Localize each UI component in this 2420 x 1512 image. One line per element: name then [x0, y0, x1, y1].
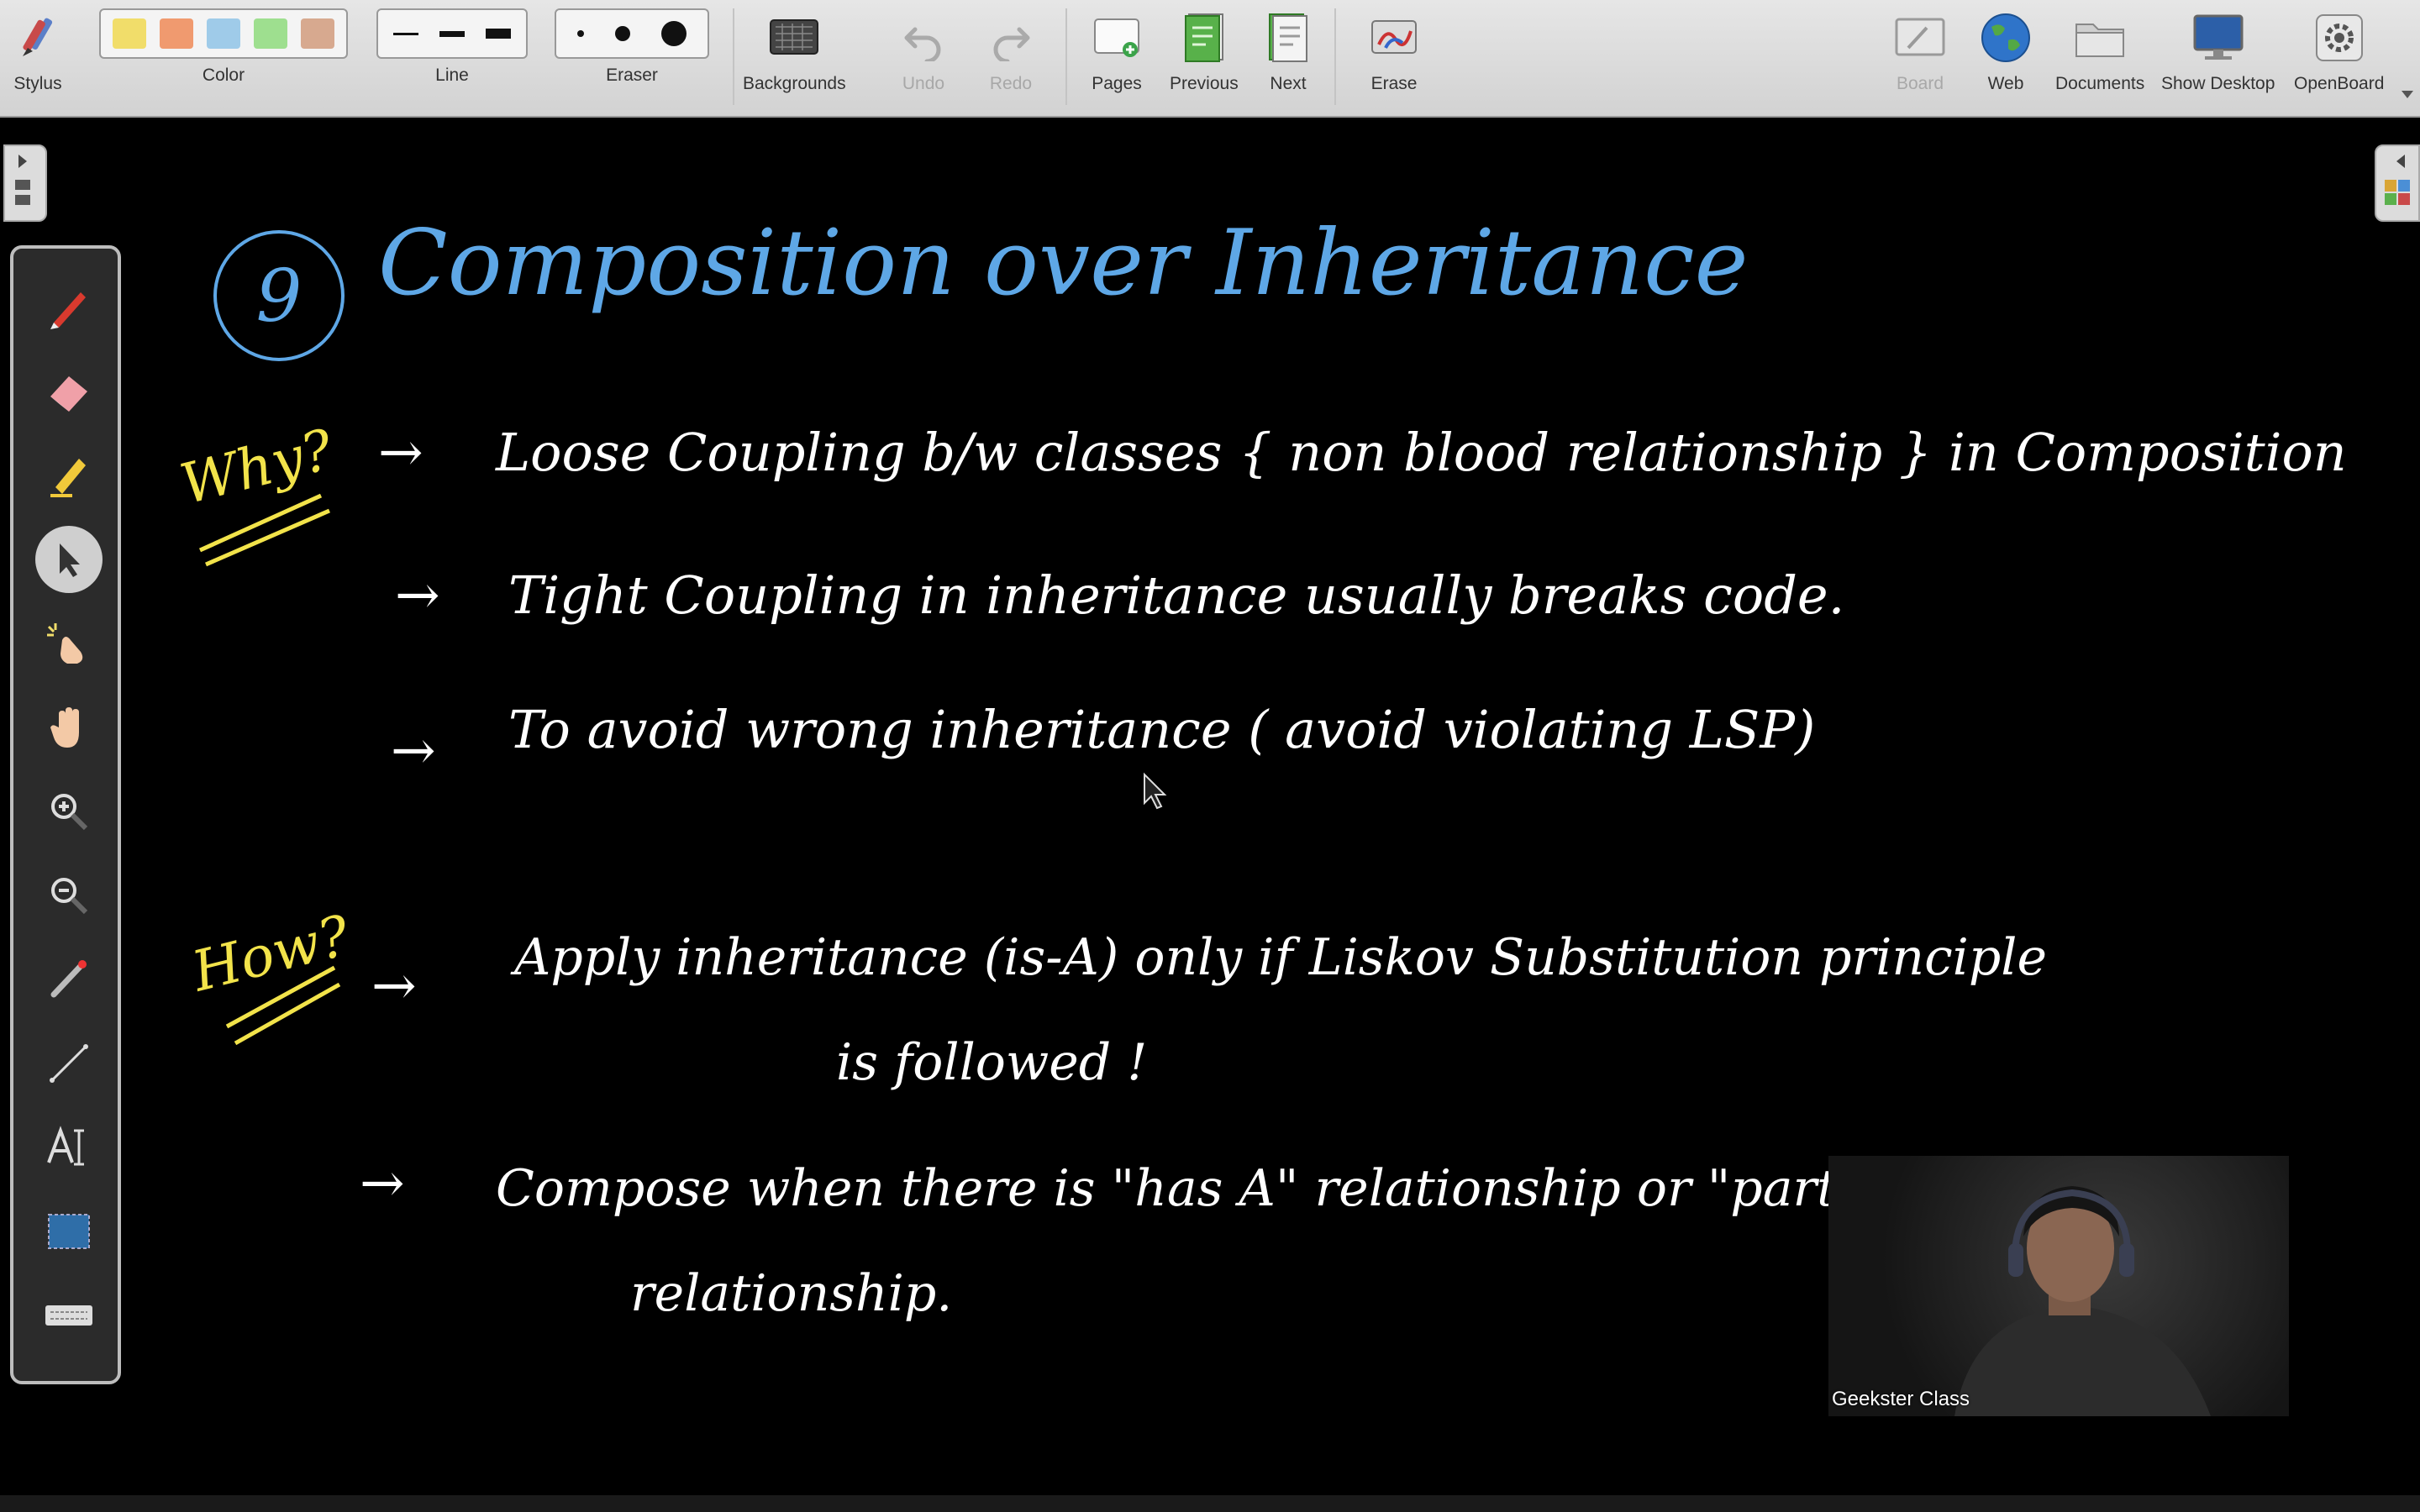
webcam-label: Geekster Class	[1832, 1388, 1970, 1410]
how-point-1-line-2: is followed !	[836, 1033, 1147, 1092]
mouse-cursor-icon	[1144, 772, 1167, 810]
why-arrow-2: →	[395, 564, 440, 627]
how-point-2-line-1: Compose when there is "has A" relationsh…	[496, 1159, 1925, 1218]
how-point-1-line-1: Apply inheritance (is-A) only if Liskov …	[510, 928, 2047, 987]
why-point-3: To avoid wrong inheritance ( avoid viola…	[508, 699, 1815, 760]
how-arrow-2: →	[360, 1152, 405, 1215]
why-label: Why?	[174, 417, 339, 517]
why-arrow-1: →	[378, 422, 424, 484]
webcam-overlay: Geekster Class	[1828, 1156, 2289, 1416]
board-title: Composition over Inheritance	[378, 211, 1749, 316]
why-point-2: Tight Coupling in inheritance usually br…	[508, 564, 1844, 626]
how-arrow-1: →	[371, 955, 417, 1017]
why-point-1: Loose Coupling b/w classes { non blood r…	[495, 422, 2347, 483]
presenter-silhouette	[1954, 1186, 2211, 1416]
how-point-2-line-2: relationship.	[630, 1264, 952, 1323]
bottom-bar	[0, 1495, 2420, 1512]
why-arrow-3: →	[391, 720, 436, 782]
title-number: 9	[256, 255, 302, 339]
